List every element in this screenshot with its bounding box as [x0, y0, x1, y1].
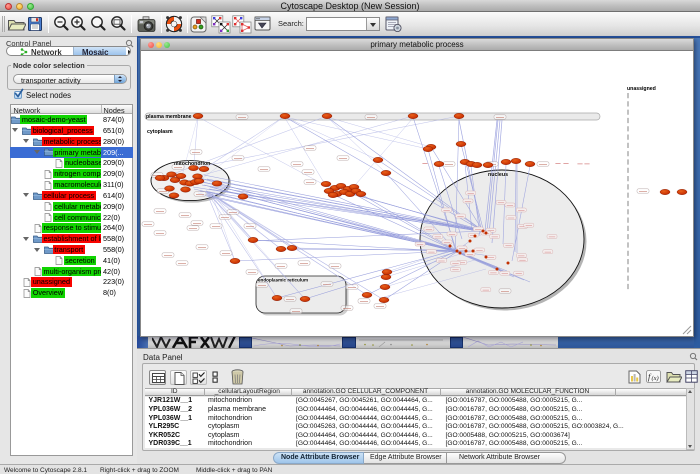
- svg-text:cytoplasm: cytoplasm: [147, 129, 173, 135]
- svg-text:unassigned: unassigned: [627, 86, 656, 92]
- svg-text:(x): (x): [652, 375, 659, 382]
- svg-text:plasma membrane: plasma membrane: [146, 114, 192, 120]
- svg-text:endoplasmic reticulum: endoplasmic reticulum: [258, 278, 308, 283]
- svg-text:nucleus: nucleus: [488, 172, 508, 178]
- svg-text:mitochondrion: mitochondrion: [174, 161, 210, 167]
